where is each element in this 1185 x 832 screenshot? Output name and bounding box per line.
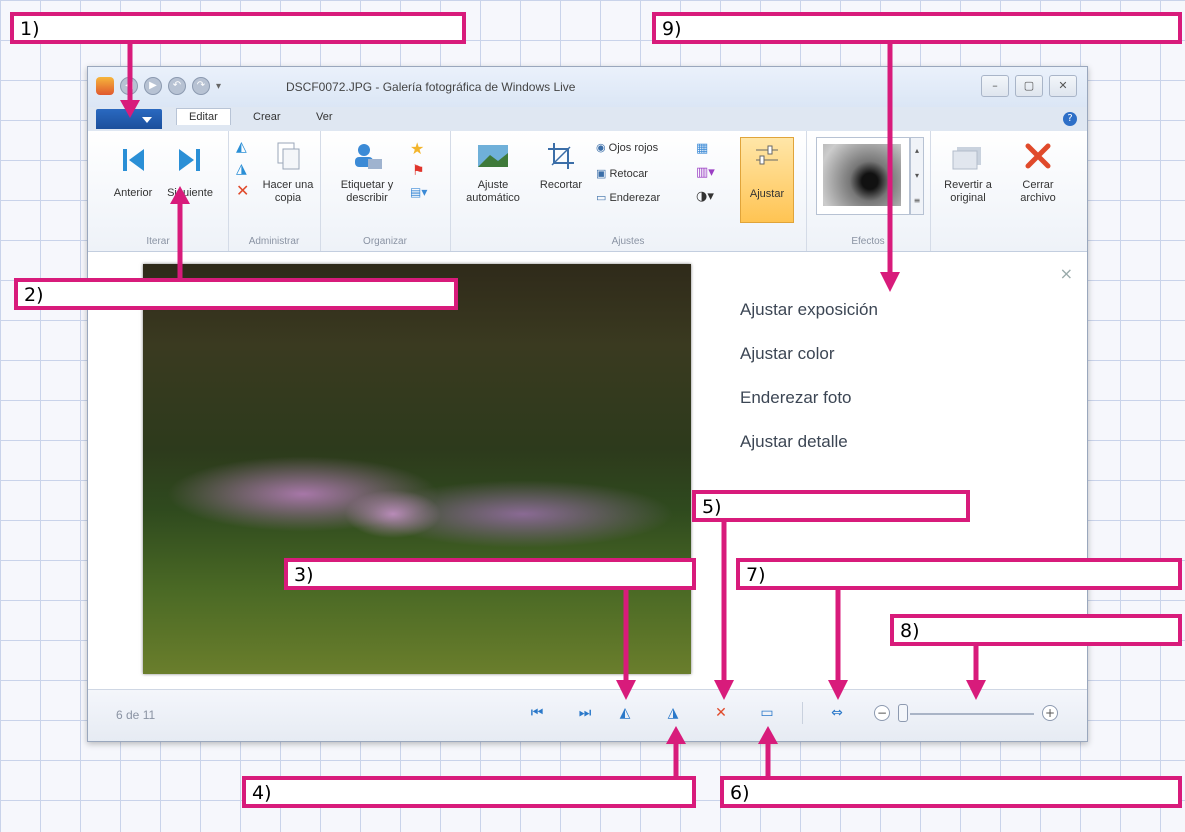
arrowhead-1 [120, 100, 140, 118]
arrowhead-6 [758, 726, 778, 744]
arrowhead-4 [666, 726, 686, 744]
arrowhead-2 [170, 186, 190, 204]
arrowhead-3 [616, 680, 636, 700]
callout-arrows [120, 44, 986, 776]
arrowhead-5 [714, 680, 734, 700]
arrowhead-8 [966, 680, 986, 700]
arrowhead-7 [828, 680, 848, 700]
arrowhead-9 [880, 272, 900, 292]
